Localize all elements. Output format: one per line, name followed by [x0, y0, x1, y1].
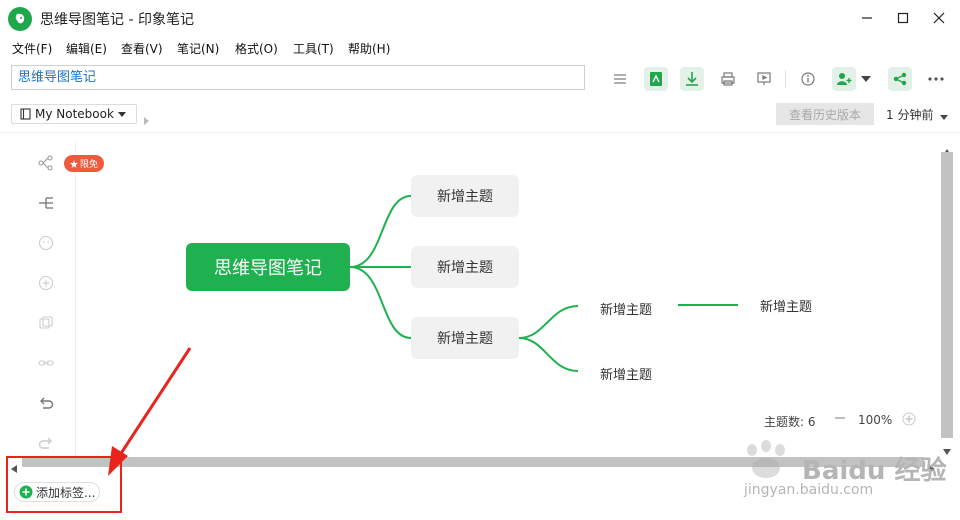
mindmap-subtopic[interactable]: 新增主题 [600, 299, 652, 318]
mindmap-topic[interactable]: 新增主题 [411, 175, 519, 217]
mindmap-topic[interactable]: 新增主题 [411, 246, 519, 288]
topic-count: 主题数: 6 [764, 415, 816, 429]
zoom-level: 100% [858, 413, 893, 427]
mindmap-topic[interactable]: 新增主题 [411, 317, 519, 359]
baidu-paw-logo [738, 440, 798, 484]
mindmap-root-topic[interactable]: 思维导图笔记 [186, 243, 350, 291]
watermark-url: jingyan.baidu.com [744, 482, 874, 498]
vertical-scroll-thumb[interactable] [941, 152, 953, 438]
mindmap-subtopic[interactable]: 新增主题 [600, 364, 652, 383]
mindmap-subtopic[interactable]: 新增主题 [760, 296, 812, 315]
zoom-in-icon[interactable] [902, 412, 916, 429]
zoom-out-icon[interactable] [834, 412, 846, 427]
annotation-highlight-box [6, 456, 122, 513]
